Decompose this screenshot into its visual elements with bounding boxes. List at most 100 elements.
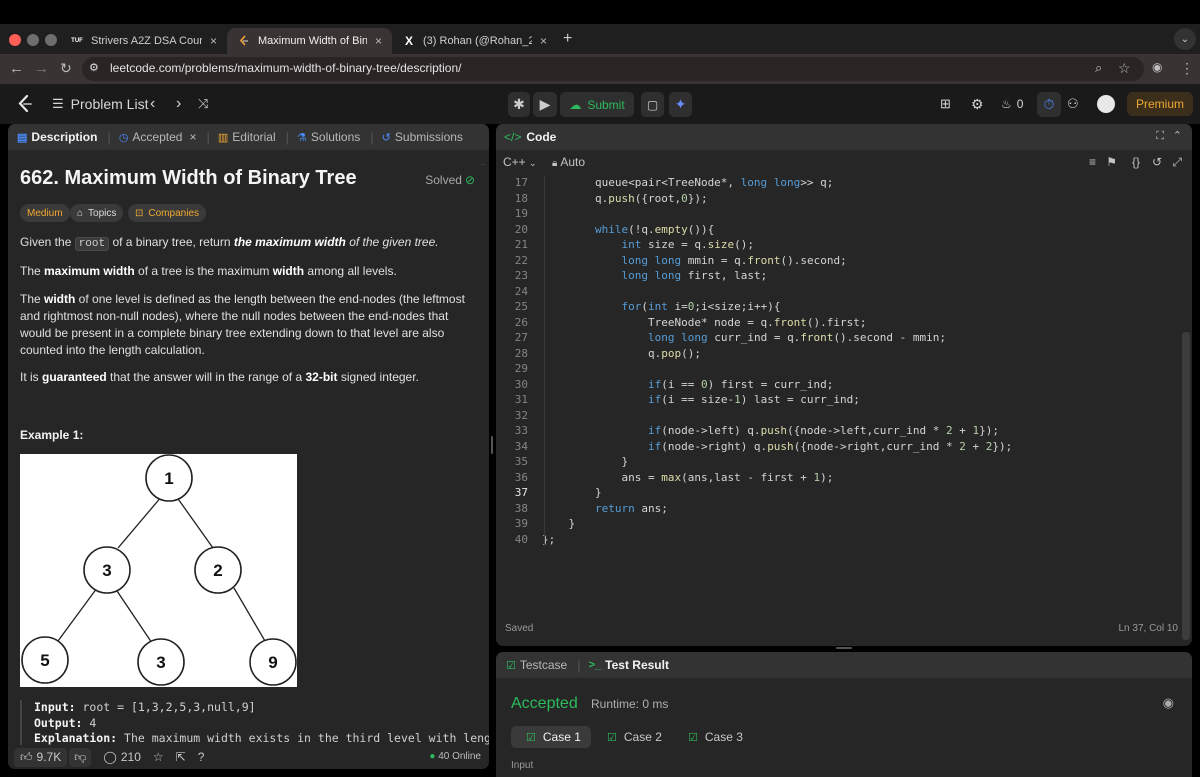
back-arrow-icon[interactable]: ← [9,60,24,77]
code-line[interactable]: 35 } [496,455,1192,471]
submit-button[interactable]: ☁ Submit [560,92,634,117]
code-line[interactable]: 34 if(node->right) q.push({node->right,c… [496,440,1192,456]
shuffle-icon[interactable]: ⤨ [198,96,208,112]
format-lines-icon[interactable]: ≡ [1089,155,1096,169]
code-line[interactable]: 31 if(i == size-1) last = curr_ind; [496,393,1192,409]
code-line[interactable]: 24 [496,285,1192,301]
browser-tab-strivers[interactable]: TUF Strivers A2Z DSA Course/She × [60,28,227,54]
add-friend-icon[interactable]: ⚇ [1067,96,1079,112]
bookmark-star-icon[interactable]: ☆ [1118,60,1131,77]
close-window-button[interactable] [9,34,21,46]
avatar[interactable] [1097,95,1115,113]
dislike-button[interactable]: 👎︎ [69,747,92,767]
forward-arrow-icon[interactable]: → [34,60,49,77]
code-line[interactable]: 26 TreeNode* node = q.front().first; [496,316,1192,332]
code-line[interactable]: 18 q.push({root,0}); [496,192,1192,208]
layout-grid-icon[interactable]: ⊞ [940,96,951,112]
scrollbar[interactable] [481,164,485,165]
code-line[interactable]: 27 long long curr_ind = q.front().second… [496,331,1192,347]
browser-tab-leetcode[interactable]: Maximum Width of Binary Tre × [227,28,392,54]
case-3-tab[interactable]: ☑ Case 3 [673,726,753,748]
ai-sparkle-icon[interactable]: ✦ [669,92,692,117]
language-select[interactable]: C++ ⌄ [503,155,537,169]
timer-icon[interactable]: ⏱ [1037,92,1061,117]
prev-problem-chevron-icon[interactable]: ‹ [150,95,155,113]
code-line[interactable]: 28 q.pop(); [496,347,1192,363]
code-line[interactable]: 33 if(node->left) q.push({node->left,cur… [496,424,1192,440]
tab-testcase[interactable]: ☑ Testcase [506,658,567,672]
premium-button[interactable]: Premium [1127,92,1193,116]
tab-submissions[interactable]: ↺ Submissions [382,130,463,144]
settings-gear-icon[interactable]: ⚙ [971,96,984,113]
reset-code-icon[interactable]: ↺ [1152,155,1162,169]
code-line[interactable]: 36 ans = max(ans,last - first + 1); [496,471,1192,487]
extension-icon[interactable]: ◉ [1152,60,1162,74]
notes-icon[interactable]: ▢ [641,92,664,117]
code-line[interactable]: 25 for(int i=0;i<size;i++){ [496,300,1192,316]
new-tab-button[interactable]: + [563,30,572,48]
code-line[interactable]: 40}; [496,533,1192,549]
debug-bug-icon[interactable]: ✱ [508,92,530,117]
help-icon[interactable]: ? [198,750,205,764]
code-line[interactable]: 17 queue<pair<TreeNode*, long long>> q; [496,176,1192,192]
vertical-resize-handle[interactable] [836,647,852,649]
zoom-icon[interactable]: ⌕ [1095,60,1102,76]
maximize-icon[interactable]: ⛶ [1156,130,1164,143]
problem-list-link[interactable]: ☰ Problem List [52,96,148,112]
favorite-star-icon[interactable]: ☆ [153,750,164,764]
tab-test-result[interactable]: >_ Test Result [589,658,669,672]
streak-counter[interactable]: ♨ 0 [1001,97,1023,111]
code-line[interactable]: 22 long long mmin = q.front().second; [496,254,1192,270]
code-line[interactable]: 39 } [496,517,1192,533]
code-text: } [542,486,602,499]
reload-icon[interactable]: ↻ [60,60,72,77]
tab-search-chevron-icon[interactable]: ⌄ [1174,28,1196,50]
browser-tab-x[interactable]: X (3) Rohan (@Rohan_269) / X × [392,28,557,54]
code-line[interactable]: 37 } [496,486,1192,502]
code-line[interactable]: 32 [496,409,1192,425]
description-paragraph-3: The width of one level is defined as the… [20,292,465,357]
code-line[interactable]: 21 int size = q.size(); [496,238,1192,254]
close-tab-icon[interactable]: × [375,34,382,48]
case-2-tab[interactable]: ☑ Case 2 [592,726,672,748]
topics-button[interactable]: ⌂ Topics [70,204,124,222]
horizontal-resize-handle[interactable] [491,436,493,454]
case-1-tab[interactable]: ☑ Case 1 [511,726,591,748]
tab-description[interactable]: ▤ Description [17,130,97,144]
next-problem-chevron-icon[interactable]: › [176,95,181,113]
comments-button[interactable]: ◯ 210 [103,750,140,764]
leetcode-logo-icon[interactable] [16,94,34,114]
input-label: Input [511,760,534,771]
share-icon[interactable]: ⇱ [176,750,186,764]
tab-editorial[interactable]: ▥ Editorial [218,130,276,144]
braces-icon[interactable]: {} [1132,155,1140,169]
code-line[interactable]: 38 return ans; [496,502,1192,518]
problem-title: 662. Maximum Width of Binary Tree [20,167,357,189]
tab-accepted[interactable]: ◷ Accepted × [119,130,197,144]
code-line[interactable]: 19 [496,207,1192,223]
browser-menu-icon[interactable]: ⋮ [1180,60,1194,77]
run-play-icon[interactable]: ▶ [533,92,557,117]
close-tab-icon[interactable]: × [210,34,217,48]
maximize-window-button[interactable] [45,34,57,46]
site-settings-icon[interactable]: ⚙ [89,61,99,74]
code-line[interactable]: 30 if(i == 0) first = curr_ind; [496,378,1192,394]
expand-icon[interactable]: ⤢ [1172,155,1182,170]
autocomplete-mode-toggle[interactable]: 🔒︎ Auto [552,155,585,169]
difficulty-badge[interactable]: Medium [20,204,70,222]
close-tab-icon[interactable]: × [189,130,196,144]
companies-button[interactable]: ⊡ Companies [128,204,206,222]
collapse-chevron-icon[interactable]: ⌃ [1173,129,1182,142]
code-editor[interactable]: 17 queue<pair<TreeNode*, long long>> q; 1… [496,176,1192,568]
bookmark-icon[interactable]: ⚑ [1106,155,1117,169]
code-line[interactable]: 29 [496,362,1192,378]
like-button[interactable]: 👍︎ 9.7K [14,747,68,767]
close-tab-icon[interactable]: × [540,34,547,48]
url-text[interactable]: leetcode.com/problems/maximum-width-of-b… [110,61,461,75]
minimize-window-button[interactable] [27,34,39,46]
code-line[interactable]: 23 long long first, last; [496,269,1192,285]
editor-scrollbar[interactable] [1182,332,1190,640]
tab-solutions[interactable]: ⚗ Solutions [297,130,360,144]
code-line[interactable]: 20 while(!q.empty()){ [496,223,1192,239]
eye-icon[interactable]: ◉ [1163,695,1174,711]
